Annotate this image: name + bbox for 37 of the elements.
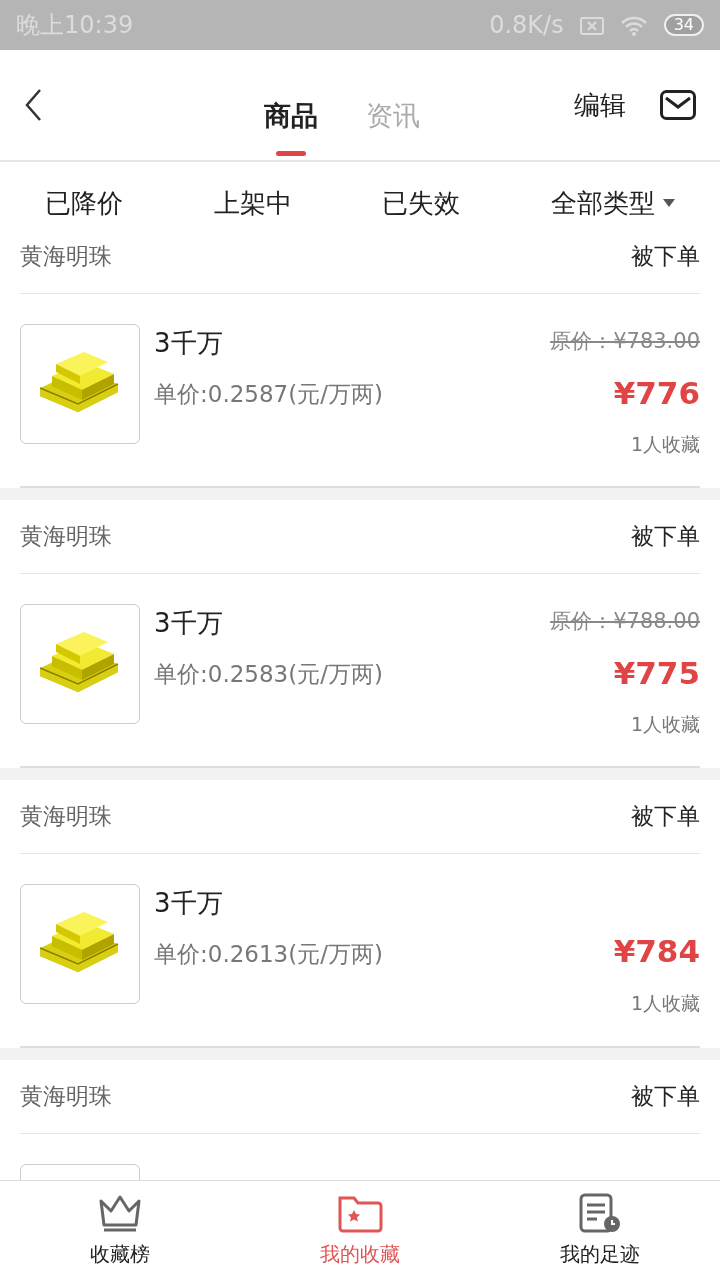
- order-status: 被下单: [631, 802, 700, 832]
- filter-option[interactable]: 全部类型: [550, 183, 675, 223]
- unit-price: 单价:0.2587(元/万两): [154, 380, 383, 409]
- mail-icon[interactable]: [660, 90, 696, 120]
- back-icon[interactable]: [24, 88, 42, 122]
- history-document-icon: [579, 1193, 621, 1233]
- product-name: 3千万: [154, 327, 224, 360]
- edit-button[interactable]: 编辑: [574, 85, 626, 125]
- filter-option[interactable]: 已降价: [45, 183, 124, 223]
- crown-icon: [97, 1193, 143, 1233]
- filter-option[interactable]: 上架中: [213, 183, 292, 223]
- product-name: 3千万: [154, 887, 224, 920]
- order-status: 被下单: [631, 522, 700, 552]
- price: ¥776: [613, 373, 700, 413]
- shop-name: 黄海明珠: [20, 1082, 112, 1112]
- price: ¥784: [613, 932, 700, 971]
- original-price: 原价：¥783.00: [550, 328, 700, 355]
- order-status: 被下单: [631, 244, 700, 272]
- favorite-count: 1人收藏: [630, 990, 700, 1016]
- nav-tab[interactable]: 我的收藏: [240, 1181, 480, 1280]
- order-status: 被下单: [631, 1082, 700, 1112]
- product-name: 3千万: [154, 607, 224, 640]
- dropdown-caret-icon: [662, 199, 675, 207]
- battery-indicator: 34: [663, 14, 704, 36]
- tab[interactable]: 商品: [264, 73, 318, 159]
- unit-price: 单价:0.2583(元/万两): [154, 660, 383, 689]
- shop-name: 黄海明珠: [20, 244, 112, 272]
- price: ¥775: [613, 653, 700, 693]
- original-price: 原价：¥788.00: [550, 608, 700, 635]
- shop-name: 黄海明珠: [20, 802, 112, 832]
- nav-tab[interactable]: 收藏榜: [0, 1181, 240, 1280]
- favorite-count: 1人收藏: [630, 432, 700, 457]
- filter-option[interactable]: 已失效: [382, 183, 461, 223]
- favorite-count: 1人收藏: [630, 712, 700, 737]
- nav-tab[interactable]: 我的足迹: [480, 1181, 720, 1280]
- shop-name: 黄海明珠: [20, 522, 112, 552]
- unit-price: 单价:0.2613(元/万两): [154, 940, 383, 969]
